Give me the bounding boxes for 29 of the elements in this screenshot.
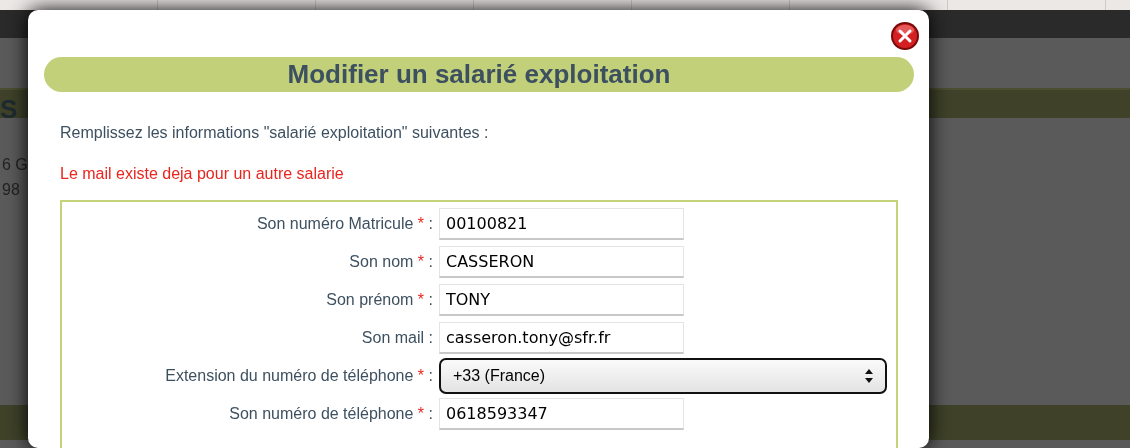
field-label: Son numéro de téléphone <box>229 405 414 422</box>
field-label: Son prénom <box>326 291 414 308</box>
required-marker: * <box>417 253 425 270</box>
input-field[interactable]: 0618593347 <box>439 398 684 430</box>
field-label: Son numéro Matricule <box>256 215 414 232</box>
colon-text: : <box>428 291 433 308</box>
field-label: Extension du numéro de téléphone <box>165 367 414 384</box>
input-field[interactable]: 00100821 <box>439 208 684 240</box>
updown-icon <box>865 368 873 384</box>
colon-text: : <box>428 215 433 232</box>
required-marker: * <box>417 291 425 308</box>
page-text: 98 <box>2 180 20 200</box>
colon-text: : <box>428 329 433 346</box>
field-label: Son mail <box>361 329 425 346</box>
required-marker: * <box>417 405 425 422</box>
required-marker: * <box>417 215 425 232</box>
select-field[interactable]: +33 (France) <box>439 358 887 394</box>
field-label: Son nom <box>349 253 414 270</box>
dialog-title: Modifier un salarié exploitation <box>44 57 914 92</box>
required-marker: * <box>417 367 425 384</box>
input-field[interactable]: TONY <box>439 284 684 316</box>
instruction-text: Remplissez les informations "salarié exploitation" suivantes : <box>60 123 490 143</box>
input-field[interactable]: casseron.tony@sfr.fr <box>439 322 684 354</box>
colon-text: : <box>428 253 433 270</box>
input-field[interactable]: CASSERON <box>439 246 684 278</box>
error-message: Le mail existe deja pour un autre salarie <box>60 164 345 184</box>
close-icon[interactable] <box>890 21 920 51</box>
colon-text: : <box>428 405 433 422</box>
colon-text: : <box>428 367 433 384</box>
